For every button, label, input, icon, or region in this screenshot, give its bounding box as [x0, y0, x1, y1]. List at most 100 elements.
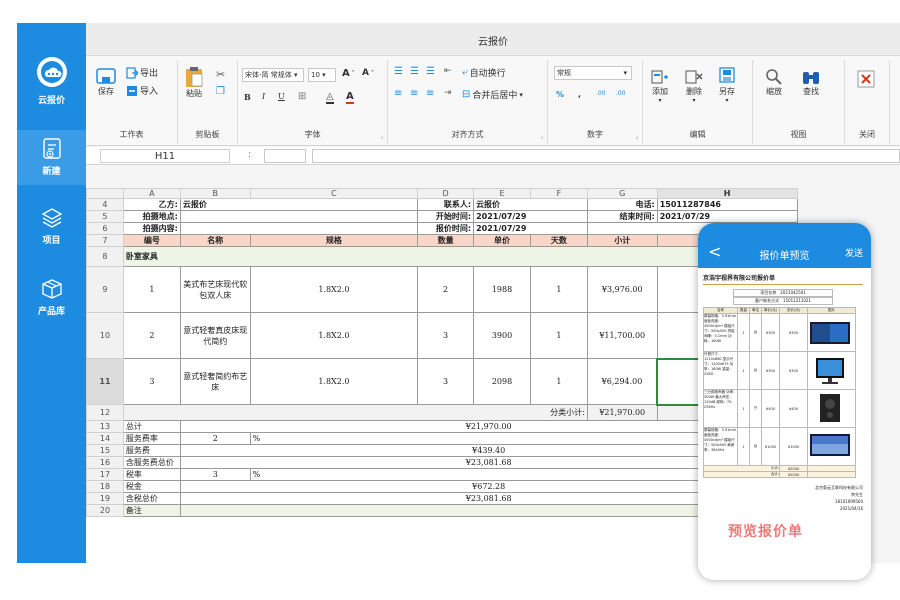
sidebar-item-projects[interactable]: 项目	[17, 207, 86, 246]
category-subtotal-value[interactable]: ¥21,970.00	[586, 404, 658, 421]
row-header[interactable]: 19	[86, 492, 124, 505]
row-header[interactable]: 15	[86, 444, 124, 457]
content-value[interactable]	[179, 222, 419, 235]
cut-button[interactable]: ✂	[216, 68, 225, 81]
item-name[interactable]: 意式轻奢真皮床现代简约	[179, 312, 251, 359]
item-subtotal[interactable]: ¥11,700.00	[586, 312, 658, 359]
item-days[interactable]: 1	[529, 312, 588, 359]
align-center-button[interactable]: ≡	[410, 88, 418, 99]
grow-font-button[interactable]: A ˄	[342, 68, 355, 79]
increase-decimal-button[interactable]: .00	[596, 90, 606, 97]
quote-time-value[interactable]: 2021/07/29	[473, 222, 588, 235]
column-header[interactable]: D	[417, 188, 475, 199]
location-value[interactable]	[179, 210, 419, 223]
header-name[interactable]: 名称	[179, 234, 251, 247]
phone-value[interactable]: 15011287846	[656, 198, 798, 211]
align-middle-button[interactable]: ☰	[410, 66, 419, 77]
column-header[interactable]: A	[122, 188, 181, 199]
column-header-selected[interactable]: H	[656, 188, 798, 199]
column-header[interactable]: G	[586, 188, 658, 199]
send-button[interactable]: 发送	[845, 246, 863, 259]
row-header[interactable]: 4	[86, 198, 124, 211]
bold-button[interactable]: B	[244, 92, 251, 102]
contact-label[interactable]: 联系人:	[417, 198, 475, 211]
location-label[interactable]: 拍摄地点:	[122, 210, 181, 223]
copy-button[interactable]: ❐	[216, 86, 225, 97]
sidebar-item-product-library[interactable]: 产品库	[17, 278, 86, 317]
align-left-button[interactable]: ≡	[394, 88, 402, 99]
underline-button[interactable]: U	[278, 92, 285, 101]
row-header[interactable]: 6	[86, 222, 124, 235]
item-qty[interactable]: 3	[417, 358, 475, 405]
align-right-button[interactable]: ≡	[426, 88, 434, 99]
item-subtotal[interactable]: ¥3,976.00	[586, 266, 658, 313]
row-header[interactable]: 18	[86, 480, 124, 493]
total-with-tax-label[interactable]: 含税总价	[122, 492, 181, 505]
italic-button[interactable]: I	[262, 92, 265, 101]
indent-button[interactable]: ⇤	[444, 66, 452, 76]
row-header[interactable]: 17	[86, 468, 124, 481]
fill-color-button[interactable]: ◬	[326, 91, 334, 104]
item-no[interactable]: 3	[122, 358, 181, 405]
outdent-button[interactable]: ⇥	[444, 88, 452, 98]
item-price[interactable]: 1988	[473, 266, 531, 313]
align-top-button[interactable]: ☰	[394, 66, 403, 77]
end-time-value[interactable]: 2021/07/29	[656, 210, 798, 223]
phone-label[interactable]: 电话:	[586, 198, 658, 211]
font-color-button[interactable]: A	[346, 91, 354, 104]
start-time-value[interactable]: 2021/07/29	[473, 210, 588, 223]
merge-center-button[interactable]: ⊟ 合并后居中 ▾	[462, 88, 523, 101]
header-price[interactable]: 单价	[473, 234, 531, 247]
item-no[interactable]: 2	[122, 312, 181, 359]
header-days[interactable]: 天数	[529, 234, 588, 247]
item-name[interactable]: 意式轻奢简约布艺床	[179, 358, 251, 405]
row-header[interactable]: 16	[86, 456, 124, 469]
tax-rate-label[interactable]: 税率	[122, 468, 181, 481]
border-button[interactable]: ⊞	[298, 91, 306, 102]
comma-button[interactable]: ,	[578, 90, 581, 99]
header-subtotal[interactable]: 小计	[586, 234, 658, 247]
column-header[interactable]: E	[473, 188, 531, 199]
tax-label[interactable]: 税金	[122, 480, 181, 493]
item-days[interactable]: 1	[529, 358, 588, 405]
item-spec[interactable]: 1.8X2.0	[249, 358, 419, 405]
party-b-label[interactable]: 乙方:	[122, 198, 181, 211]
row-header[interactable]: 13	[86, 420, 124, 433]
start-time-label[interactable]: 开始时间:	[417, 210, 475, 223]
percent-button[interactable]: %	[556, 90, 564, 99]
item-no[interactable]: 1	[122, 266, 181, 313]
save-as-button[interactable]: 另存 ▾	[717, 66, 737, 104]
row-header[interactable]: 12	[86, 404, 124, 421]
header-spec[interactable]: 规格	[249, 234, 419, 247]
close-button[interactable]	[857, 70, 875, 88]
row-header[interactable]: 5	[86, 210, 124, 223]
section-title[interactable]: 卧室家具	[122, 246, 798, 267]
sidebar-item-new[interactable]: 新建	[17, 130, 86, 185]
add-button[interactable]: 添加 ▾	[651, 68, 669, 104]
content-label[interactable]: 拍摄内容:	[122, 222, 181, 235]
name-box[interactable]: H11	[100, 149, 230, 163]
import-button[interactable]: 导入	[126, 84, 158, 97]
item-price[interactable]: 2098	[473, 358, 531, 405]
item-spec[interactable]: 1.8X2.0	[249, 266, 419, 313]
delete-button[interactable]: 删除 ▾	[685, 68, 703, 104]
row-header[interactable]: 20	[86, 504, 124, 517]
item-qty[interactable]: 2	[417, 266, 475, 313]
column-header[interactable]: F	[529, 188, 588, 199]
decrease-decimal-button[interactable]: .00	[616, 90, 626, 97]
find-button[interactable]: 查找	[801, 68, 821, 97]
row-header[interactable]: 11	[86, 358, 124, 405]
header-no[interactable]: 编号	[122, 234, 181, 247]
zoom-button[interactable]: 缩放	[765, 68, 783, 97]
shrink-font-button[interactable]: A ˅	[362, 68, 374, 78]
formula-input-small[interactable]	[264, 149, 306, 163]
dialog-launcher-icon[interactable]: ⌟	[635, 133, 638, 140]
row-header[interactable]: 14	[86, 432, 124, 445]
font-size-select[interactable]: 10 ▾	[308, 68, 336, 82]
item-price[interactable]: 3900	[473, 312, 531, 359]
dialog-launcher-icon[interactable]: ⌟	[380, 133, 383, 140]
column-header[interactable]: C	[249, 188, 419, 199]
font-name-select[interactable]: 宋体-简 常规体 ▾	[242, 68, 304, 82]
corner-cell[interactable]	[86, 188, 124, 199]
item-days[interactable]: 1	[529, 266, 588, 313]
